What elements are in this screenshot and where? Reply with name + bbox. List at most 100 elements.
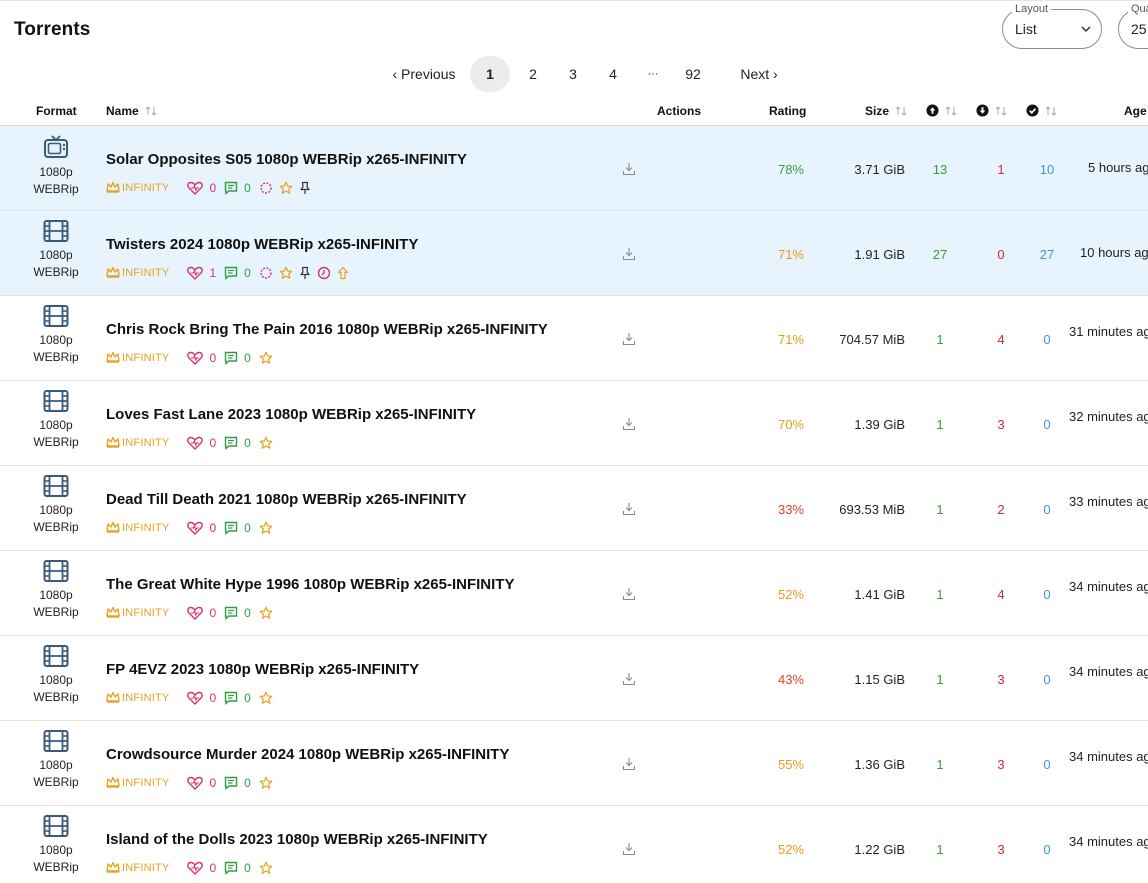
- page-link-4[interactable]: 4: [598, 56, 628, 92]
- release-group[interactable]: INFINITY: [106, 521, 169, 536]
- torrent-meta: INFINITY 0 0: [106, 860, 279, 876]
- layout-select[interactable]: Layout List: [1002, 3, 1102, 49]
- comment-icon[interactable]: [224, 776, 238, 790]
- release-group[interactable]: INFINITY: [106, 436, 169, 451]
- table-row[interactable]: 1080p WEBRip Crowdsource Murder 2024 1080p…: [0, 721, 1148, 806]
- download-button[interactable]: [622, 587, 636, 606]
- sort-icon[interactable]: [945, 105, 957, 117]
- torrent-name-link[interactable]: Twisters 2024 1080p WEBRip x265-INFINITY: [106, 236, 418, 253]
- format-resolution: 1080p: [39, 843, 73, 857]
- release-group[interactable]: INFINITY: [106, 861, 169, 876]
- comment-icon[interactable]: [224, 351, 238, 365]
- download-button[interactable]: [622, 842, 636, 861]
- comments-count: 0: [244, 691, 251, 705]
- torrent-name-link[interactable]: The Great White Hype 1996 1080p WEBRip x…: [106, 576, 514, 593]
- size-value: 1.41 GiB: [854, 587, 905, 602]
- heart-icon[interactable]: [187, 436, 204, 450]
- comments-count: 0: [244, 351, 251, 365]
- release-group[interactable]: INFINITY: [106, 181, 169, 196]
- quality-select[interactable]: Qua 25: [1118, 3, 1148, 49]
- table-row[interactable]: 1080p WEBRip FP 4EVZ 2023 1080p WEBRip x26…: [0, 636, 1148, 721]
- torrent-name-link[interactable]: Crowdsource Murder 2024 1080p WEBRip x26…: [106, 746, 509, 763]
- heart-icon[interactable]: [187, 776, 204, 790]
- heart-icon[interactable]: [187, 181, 204, 195]
- sort-icon[interactable]: [895, 105, 907, 117]
- torrent-name-link[interactable]: FP 4EVZ 2023 1080p WEBRip x265-INFINITY: [106, 661, 419, 678]
- size-value: 3.71 GiB: [854, 162, 905, 177]
- release-group[interactable]: INFINITY: [106, 266, 169, 281]
- seeders-count: 1: [936, 417, 944, 432]
- release-group[interactable]: INFINITY: [106, 606, 169, 621]
- crown-icon: [106, 181, 122, 196]
- download-icon: [622, 758, 636, 775]
- table-row[interactable]: 1080p WEBRip Chris Rock Bring The Pain 201…: [0, 296, 1148, 381]
- release-group-label: INFINITY: [122, 437, 170, 449]
- torrent-name-link[interactable]: Dead Till Death 2021 1080p WEBRip x265-I…: [106, 491, 467, 508]
- heart-icon[interactable]: [187, 521, 204, 535]
- table-row[interactable]: 1080p WEBRip Loves Fast Lane 2023 1080p WE…: [0, 381, 1148, 466]
- download-button[interactable]: [622, 672, 636, 691]
- comment-icon[interactable]: [224, 436, 238, 450]
- sort-icon[interactable]: [145, 105, 157, 117]
- rating-value: 71%: [777, 332, 804, 347]
- table-row[interactable]: 1080p WEBRip The Great White Hype 1996 108…: [0, 551, 1148, 636]
- seeders-count: 13: [932, 162, 948, 177]
- page-link-2[interactable]: 2: [518, 56, 548, 92]
- heart-icon[interactable]: [187, 861, 204, 875]
- page-link-3[interactable]: 3: [558, 56, 588, 92]
- comment-icon[interactable]: [224, 861, 238, 875]
- heart-icon[interactable]: [187, 266, 204, 280]
- torrent-name-link[interactable]: Loves Fast Lane 2023 1080p WEBRip x265-I…: [106, 406, 476, 423]
- download-button[interactable]: [622, 332, 636, 351]
- release-group[interactable]: INFINITY: [106, 691, 169, 706]
- column-seeders[interactable]: [926, 104, 957, 118]
- page-link-1[interactable]: 1: [470, 56, 510, 92]
- sort-icon[interactable]: [995, 105, 1007, 117]
- torrent-name-link[interactable]: Island of the Dolls 2023 1080p WEBRip x2…: [106, 831, 488, 848]
- leechers-icon: [976, 104, 989, 117]
- release-group[interactable]: INFINITY: [106, 776, 169, 791]
- column-leechers[interactable]: [976, 104, 1007, 118]
- download-button[interactable]: [622, 162, 636, 181]
- film-icon: [28, 644, 84, 668]
- column-name[interactable]: Name: [106, 104, 157, 118]
- heart-icon[interactable]: [187, 606, 204, 620]
- torrent-name-link[interactable]: Chris Rock Bring The Pain 2016 1080p WEB…: [106, 321, 548, 338]
- page-link-92[interactable]: 92: [676, 56, 710, 92]
- column-completed[interactable]: [1026, 104, 1057, 118]
- heart-icon[interactable]: [187, 351, 204, 365]
- seeders-count: 1: [936, 672, 944, 687]
- thanks-count: 0: [209, 181, 217, 195]
- heart-icon[interactable]: [187, 691, 204, 705]
- table-row[interactable]: 1080p WEBRip Island of the Dolls 2023 1080…: [0, 806, 1148, 883]
- comment-icon[interactable]: [224, 606, 238, 620]
- rating-value: 55%: [777, 757, 804, 772]
- table-row[interactable]: 1080p WEBRip Solar Opposites S05 1080p WEB…: [0, 126, 1148, 211]
- completed-count: 0: [1043, 332, 1051, 347]
- leechers-count: 3: [997, 672, 1005, 687]
- completed-count: 10: [1039, 162, 1055, 177]
- comment-icon[interactable]: [224, 521, 238, 535]
- format-source: WEBRip: [33, 605, 79, 619]
- rating-value: 70%: [777, 417, 804, 432]
- previous-page-link[interactable]: ‹ Previous: [385, 56, 463, 92]
- comment-icon[interactable]: [224, 266, 238, 280]
- release-group[interactable]: INFINITY: [106, 351, 169, 366]
- next-page-link[interactable]: Next ›: [732, 56, 786, 92]
- download-button[interactable]: [622, 757, 636, 776]
- completed-icon: [1026, 104, 1039, 117]
- column-size[interactable]: Size: [865, 104, 907, 118]
- torrent-name-link[interactable]: Solar Opposites S05 1080p WEBRip x265-IN…: [106, 151, 467, 168]
- download-button[interactable]: [622, 247, 636, 266]
- size-value: 1.91 GiB: [854, 247, 905, 262]
- rating-value: 71%: [777, 247, 804, 262]
- table-row[interactable]: 1080p WEBRip Twisters 2024 1080p WEBRip x2…: [0, 211, 1148, 296]
- age-value: 5 hours ago: [1088, 160, 1148, 175]
- format-resolution: 1080p: [39, 588, 73, 602]
- download-button[interactable]: [622, 502, 636, 521]
- sort-icon[interactable]: [1045, 105, 1057, 117]
- table-row[interactable]: 1080p WEBRip Dead Till Death 2021 1080p WE…: [0, 466, 1148, 551]
- download-button[interactable]: [622, 417, 636, 436]
- comment-icon[interactable]: [224, 691, 238, 705]
- comment-icon[interactable]: [224, 181, 238, 195]
